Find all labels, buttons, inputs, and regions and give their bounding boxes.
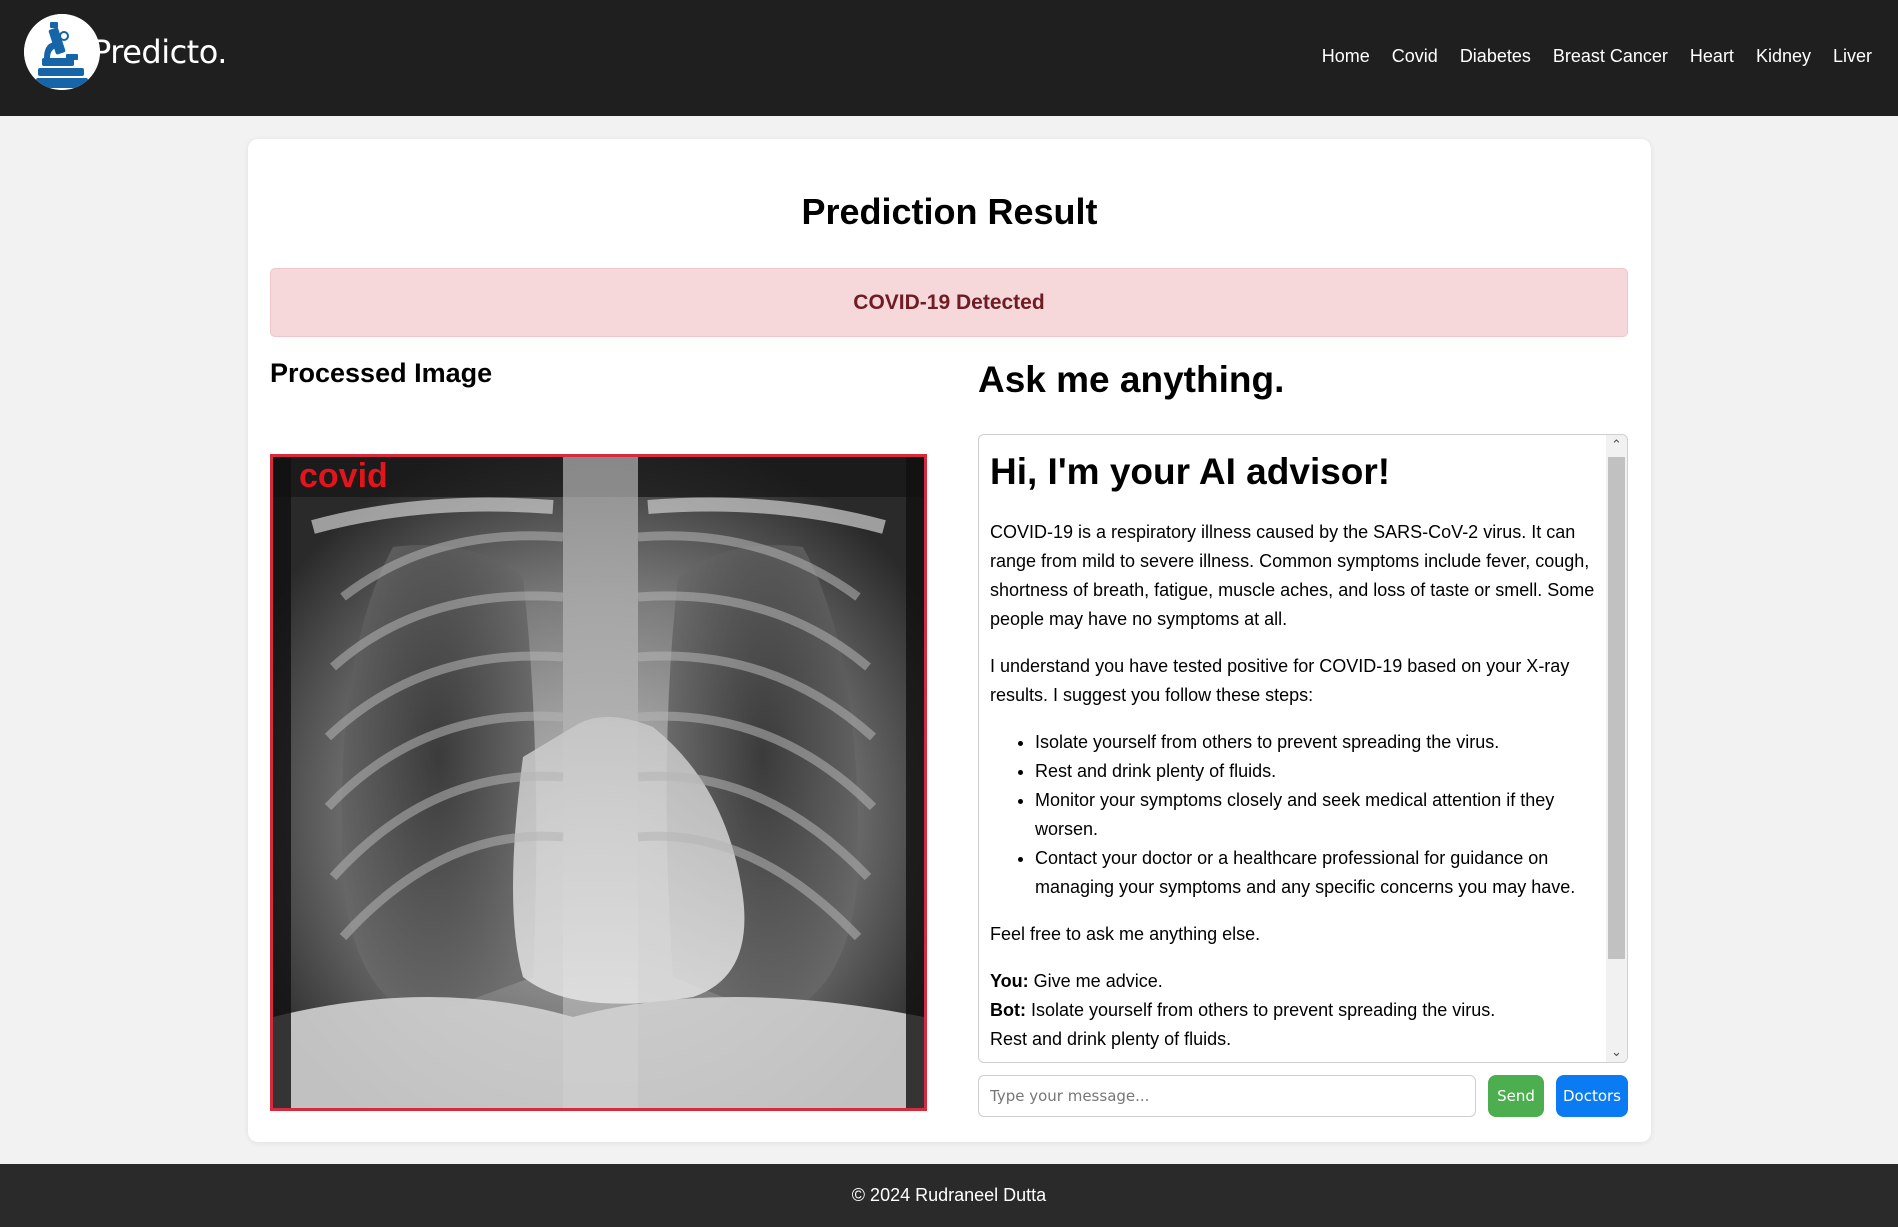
message-input[interactable] — [978, 1075, 1476, 1117]
chat-title: Ask me anything. — [978, 359, 1285, 400]
scroll-thumb[interactable] — [1608, 457, 1625, 959]
prediction-alert: COVID-19 Detected — [270, 268, 1628, 337]
chat-scrollbar[interactable]: ⌃ ⌄ — [1606, 435, 1627, 1062]
brand-name: Predicto. — [92, 33, 227, 71]
send-button[interactable]: Send — [1488, 1075, 1544, 1117]
advice-list: Isolate yourself from others to prevent … — [1035, 728, 1600, 902]
brand[interactable]: Predicto. — [24, 14, 227, 90]
microscope-logo-icon — [24, 14, 100, 90]
scroll-down-icon[interactable]: ⌄ — [1606, 1042, 1627, 1062]
nav-diabetes[interactable]: Diabetes — [1460, 46, 1531, 67]
list-item: Isolate yourself from others to prevent … — [1035, 728, 1600, 757]
processed-image-title: Processed Image — [270, 358, 493, 388]
doctors-button[interactable]: Doctors — [1556, 1075, 1628, 1117]
chat-closing: Feel free to ask me anything else. — [990, 924, 1261, 944]
processed-xray-image: covid — [270, 454, 927, 1111]
nav-breast-cancer[interactable]: Breast Cancer — [1553, 46, 1668, 67]
chat-greeting: Hi, I'm your AI advisor! — [990, 451, 1391, 492]
scroll-up-icon[interactable]: ⌃ — [1606, 435, 1627, 455]
list-item: Rest and drink plenty of fluids. — [1035, 757, 1600, 786]
nav-home[interactable]: Home — [1322, 46, 1370, 67]
bot-message: Bot: Isolate yourself from others to pre… — [990, 996, 1600, 1025]
main-nav: Home Covid Diabetes Breast Cancer Heart … — [1322, 46, 1872, 67]
bot-message-continued: Rest and drink plenty of fluids. — [990, 1029, 1232, 1049]
chest-xray-graphic — [273, 457, 924, 1108]
list-item: Monitor your symptoms closely and seek m… — [1035, 786, 1600, 844]
list-item: Contact your doctor or a healthcare prof… — [1035, 844, 1600, 902]
nav-covid[interactable]: Covid — [1392, 46, 1438, 67]
footer-copyright: © 2024 Rudraneel Dutta — [851, 1185, 1047, 1205]
chat-advice-intro: I understand you have tested positive fo… — [990, 656, 1570, 705]
navbar: Predicto. Home Covid Diabetes Breast Can… — [0, 0, 1898, 116]
nav-heart[interactable]: Heart — [1690, 46, 1734, 67]
nav-liver[interactable]: Liver — [1833, 46, 1872, 67]
chat-intro: COVID-19 is a respiratory illness caused… — [990, 522, 1595, 629]
user-label: You: — [990, 971, 1029, 991]
page-title: Prediction Result — [801, 191, 1098, 232]
user-message-text: Give me advice. — [1033, 971, 1163, 991]
bot-label: Bot: — [990, 1000, 1026, 1020]
image-prediction-label: covid — [299, 457, 388, 495]
result-card: Prediction Result COVID-19 Detected Proc… — [248, 139, 1651, 1142]
user-message: You: Give me advice. — [990, 967, 1600, 996]
nav-kidney[interactable]: Kidney — [1756, 46, 1811, 67]
chat-window[interactable]: Hi, I'm your AI advisor! COVID-19 is a r… — [978, 434, 1628, 1063]
chat-messages: Hi, I'm your AI advisor! COVID-19 is a r… — [990, 451, 1600, 1054]
footer: © 2024 Rudraneel Dutta — [0, 1164, 1898, 1227]
bot-message-text: Isolate yourself from others to prevent … — [1031, 1000, 1496, 1020]
